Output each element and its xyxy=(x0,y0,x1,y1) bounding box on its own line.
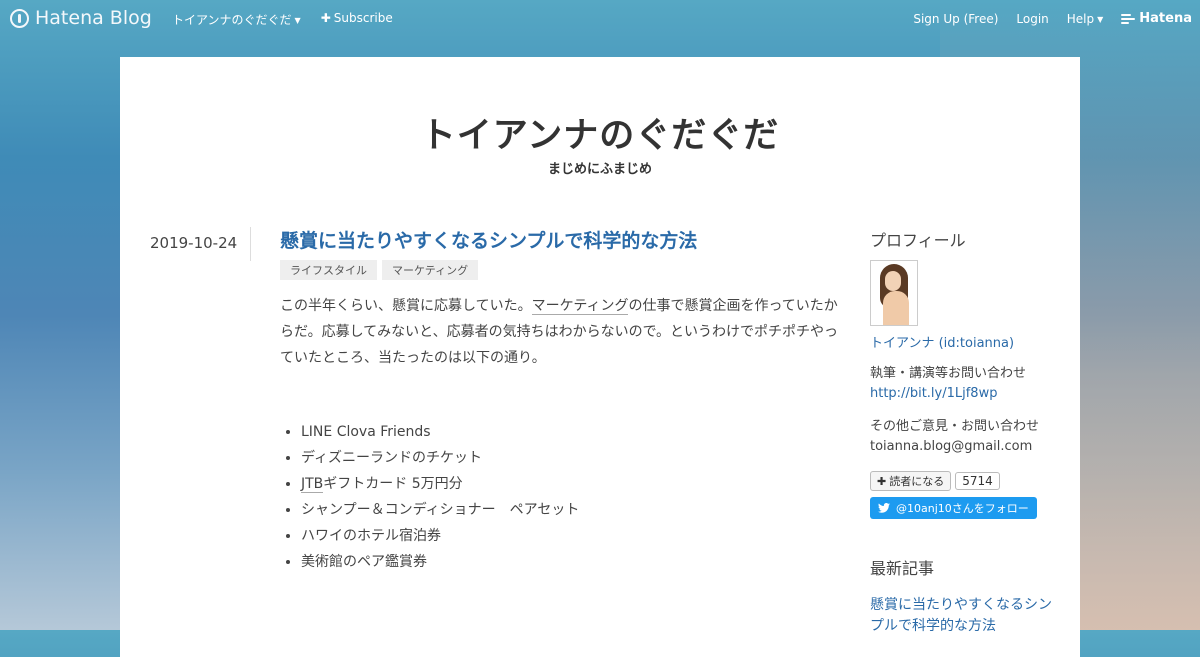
help-label: Help xyxy=(1066,11,1095,26)
keyword-link[interactable]: JTB xyxy=(301,475,324,493)
list-item: ハワイのホテル宿泊券 xyxy=(301,523,840,549)
brand-label: Hatena Blog xyxy=(35,7,152,29)
avatar[interactable] xyxy=(870,260,918,326)
keyword-link[interactable]: マーケティング xyxy=(531,297,629,315)
twitter-follow-label: @10anj10さんをフォロー xyxy=(896,502,1029,515)
profile-name-link[interactable]: トイアンナ (id:toianna) xyxy=(870,332,1060,351)
recent-post-link[interactable]: 懸賞に当たりやすくなるシンプルで科学的な方法 xyxy=(870,595,1060,637)
subscribe-reader-button[interactable]: ✚ 読者になる xyxy=(870,471,952,491)
tag-lifestyle[interactable]: ライフスタイル xyxy=(280,259,377,280)
list-item: JTBギフトカード 5万円分 xyxy=(301,471,840,497)
post-title[interactable]: 懸賞に当たりやすくなるシンプルで科学的な方法 xyxy=(280,229,840,254)
caret-down-icon: ▼ xyxy=(1097,14,1104,24)
contact-email: toianna.blog@gmail.com xyxy=(870,439,1033,454)
help-dropdown[interactable]: Help ▼ xyxy=(1067,12,1104,26)
contact-writing-label: 執筆・講演等お問い合わせ xyxy=(870,366,1027,381)
list-item: シャンプー＆コンディショナー ペアセット xyxy=(301,497,840,523)
hatena-label: Hatena xyxy=(1139,11,1192,26)
profile-heading: プロフィール xyxy=(870,231,966,250)
list-item: LINE Clova Friends xyxy=(301,419,840,445)
post-date[interactable]: 2019-10-24 xyxy=(150,234,237,252)
contact-writing-link[interactable]: http://bit.ly/1Ljf8wp xyxy=(870,384,1060,404)
plus-icon: ✚ xyxy=(877,474,887,488)
contact-other: その他ご意見・お問い合わせ toianna.blog@gmail.com xyxy=(870,417,1060,457)
list-item: 美術館のペア鑑賞券 xyxy=(301,549,840,575)
article: 懸賞に当たりやすくなるシンプルで科学的な方法 ライフスタイル マーケティング こ… xyxy=(280,229,840,575)
header-right-nav: Sign Up (Free) Login Help ▼ Hatena xyxy=(913,11,1192,26)
recent-posts-heading: 最新記事 xyxy=(870,559,935,578)
twitter-bird-icon xyxy=(878,503,890,513)
sidebar: プロフィール トイアンナ (id:toianna) 執筆・講演等お問い合わせ h… xyxy=(870,227,1060,637)
blog-menu-label: トイアンナのぐだぐだ xyxy=(172,13,292,27)
date-divider xyxy=(250,227,251,261)
twitter-follow-button[interactable]: @10anj10さんをフォロー xyxy=(870,497,1037,519)
contact-writing: 執筆・講演等お問い合わせ http://bit.ly/1Ljf8wp xyxy=(870,364,1060,404)
post-tags: ライフスタイル マーケティング xyxy=(280,259,840,280)
contact-other-label: その他ご意見・お問い合わせ xyxy=(870,419,1040,434)
blog-subtitle: まじめにふまじめ xyxy=(547,162,652,177)
blog-title[interactable]: トイアンナのぐだぐだ xyxy=(120,107,1080,158)
list-item: ディズニーランドのチケット xyxy=(301,445,840,471)
tag-marketing[interactable]: マーケティング xyxy=(382,259,479,280)
blog-content: トイアンナのぐだぐだ まじめにふまじめ 2019-10-24 懸賞に当たりやすく… xyxy=(120,57,1080,657)
caret-down-icon: ▼ xyxy=(294,16,301,25)
list-item-text: ギフトカード 5万円分 xyxy=(323,475,463,492)
post-intro: この半年くらい、懸賞に応募していた。マーケティングの仕事で懸賞企画を作っていたか… xyxy=(280,293,840,371)
login-link[interactable]: Login xyxy=(1016,12,1048,26)
subscribe-button[interactable]: ✚ Subscribe xyxy=(321,11,393,28)
blog-menu-dropdown[interactable]: トイアンナのぐだぐだ ▼ xyxy=(172,11,301,28)
plus-icon: ✚ xyxy=(320,11,331,25)
hatena-logo[interactable]: Hatena xyxy=(1121,11,1192,26)
prize-list: LINE Clova Friends ディズニーランドのチケット JTBギフトカ… xyxy=(280,419,840,575)
hatena-blog-icon xyxy=(10,8,29,28)
reader-subscribe-row: ✚ 読者になる 5714 xyxy=(870,471,1060,491)
hatena-blog-logo[interactable]: Hatena Blog xyxy=(10,7,152,29)
global-header: Hatena Blog トイアンナのぐだぐだ ▼ ✚ Subscribe Sign … xyxy=(0,0,1200,36)
header-left-nav: トイアンナのぐだぐだ ▼ ✚ Subscribe xyxy=(172,11,393,28)
hatena-mark-icon xyxy=(1121,14,1136,24)
subscribe-reader-label: 読者になる xyxy=(889,475,945,488)
reader-count-badge: 5714 xyxy=(955,472,1000,490)
intro-text: この半年くらい、懸賞に応募していた。 xyxy=(280,297,532,314)
subscribe-label: Subscribe xyxy=(333,11,393,25)
signup-link[interactable]: Sign Up (Free) xyxy=(913,12,998,26)
